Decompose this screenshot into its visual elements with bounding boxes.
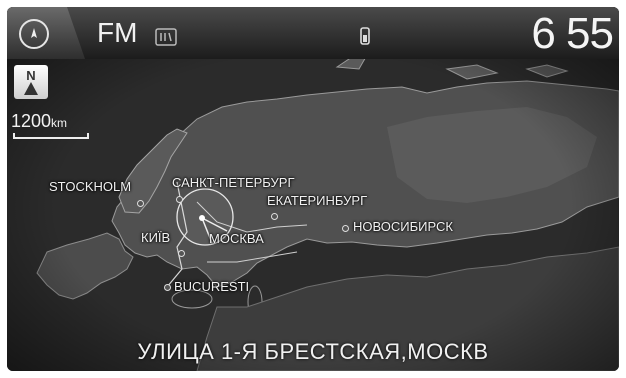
north-up-button[interactable]: N [14, 65, 48, 99]
scale-value: 1200 [11, 111, 52, 131]
city-label-bucuresti[interactable]: BUCURESTI [174, 279, 249, 294]
city-marker [178, 250, 185, 257]
rds-icon [155, 28, 177, 46]
phone-battery-icon [360, 27, 370, 45]
city-label-stockholm[interactable]: STOCKHOLM [49, 179, 131, 194]
nav-screen: FM 6 55 N 1200km STOCKHOLM САНКТ-ПЕТЕРБУ… [7, 7, 619, 371]
clock: 6 55 [531, 9, 614, 58]
scale-unit: km [51, 116, 68, 130]
compass-icon[interactable] [19, 19, 49, 49]
city-label-kyiv[interactable]: КИЇВ [141, 230, 170, 245]
scale-bar [13, 133, 89, 139]
north-arrow-icon: N [24, 68, 38, 95]
city-label-yekaterinburg[interactable]: ЕКАТЕРИНБУРГ [267, 193, 367, 208]
city-marker [342, 225, 349, 232]
city-marker [137, 200, 144, 207]
status-bar: FM 6 55 [7, 7, 619, 59]
map-scale: 1200km [11, 111, 67, 132]
audio-source-label[interactable]: FM [97, 17, 137, 49]
city-marker [176, 196, 183, 203]
svg-text:N: N [26, 68, 35, 83]
city-label-moscow[interactable]: МОСКВА [209, 231, 264, 246]
city-label-novosibirsk[interactable]: НОВОСИБИРСК [353, 219, 453, 234]
city-label-spb[interactable]: САНКТ-ПЕТЕРБУРГ [172, 175, 295, 190]
current-street-label: УЛИЦА 1-Я БРЕСТСКАЯ,МОСКВ [137, 339, 489, 364]
city-marker [271, 213, 278, 220]
city-marker [164, 284, 171, 291]
